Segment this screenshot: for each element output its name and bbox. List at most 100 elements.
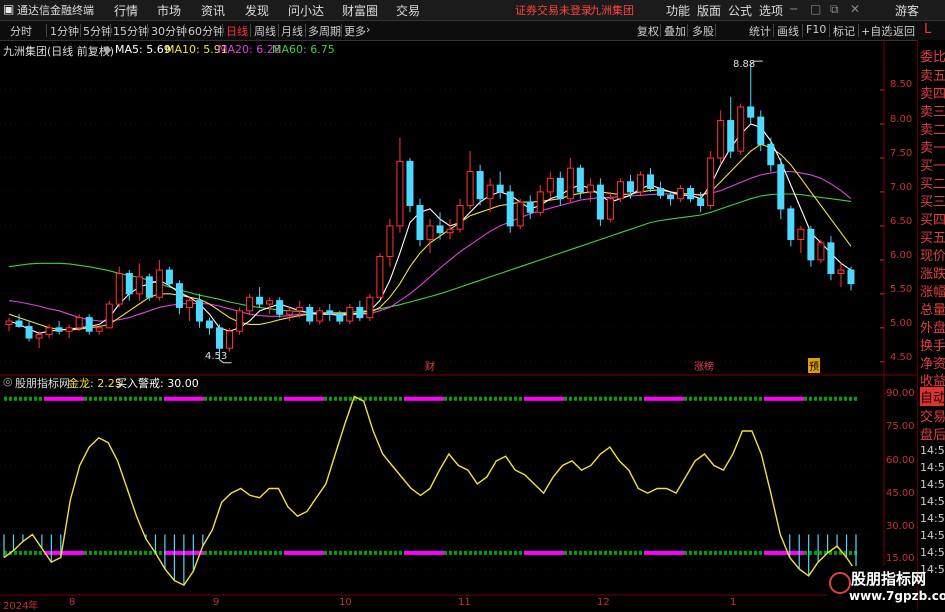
tab-daily[interactable]: 日线 xyxy=(226,23,248,39)
window-minimize-icon[interactable]: ─ xyxy=(790,2,797,16)
signal-band-segment xyxy=(759,550,762,555)
menu-ask-xiaoda[interactable]: 问小达 xyxy=(288,2,324,19)
tick-time: 14:56 xyxy=(920,512,945,525)
menu-news[interactable]: 资讯 xyxy=(201,2,225,19)
menu-discover[interactable]: 发现 xyxy=(245,2,269,19)
event-marker-finance[interactable]: 财 xyxy=(425,358,435,373)
header-stock-name: 九洲集团 xyxy=(590,4,634,17)
signal-band-segment xyxy=(299,550,304,555)
signal-band-segment xyxy=(99,396,102,401)
signal-band-segment xyxy=(539,396,544,401)
signal-band-segment xyxy=(369,396,372,401)
menu-market[interactable]: 市场 xyxy=(157,2,181,19)
signal-band-segment xyxy=(149,550,152,555)
kline-chart[interactable] xyxy=(0,40,917,609)
btn-multi-stock[interactable]: 多股 xyxy=(692,23,714,39)
quote-label: 买五 xyxy=(920,231,945,246)
btn-mark[interactable]: 标记 xyxy=(833,23,855,39)
watermark: 股朋指标网 www.7gpzb.com xyxy=(827,566,945,609)
signal-band-segment xyxy=(549,396,554,401)
tick-time: 14:56 xyxy=(920,478,945,491)
signal-band-segment xyxy=(364,396,367,401)
window-close-icon[interactable]: ✕ xyxy=(850,2,860,16)
signal-band-segment xyxy=(804,550,807,555)
tab-auto[interactable]: 自动 xyxy=(920,387,945,406)
menu-quotes[interactable]: 行情 xyxy=(114,2,138,19)
panel-toggle-l[interactable]: L xyxy=(924,22,931,37)
signal-band-segment xyxy=(669,550,674,555)
menu-function[interactable]: 功能 xyxy=(666,2,690,19)
event-marker-forecast[interactable]: 预 xyxy=(808,358,820,373)
signal-band-segment xyxy=(4,396,7,401)
ma60-line xyxy=(8,193,852,314)
tab-intraday[interactable]: 分时 xyxy=(10,23,32,39)
login-status[interactable]: 证券交易未登录 xyxy=(515,2,592,18)
btn-overlay[interactable]: 叠加 xyxy=(664,23,686,39)
signal-band-segment xyxy=(629,396,632,401)
signal-band-segment xyxy=(429,550,434,555)
signal-band-segment xyxy=(64,396,69,401)
signal-band-segment xyxy=(39,396,42,401)
tab-after-hours[interactable]: 盘后 xyxy=(920,424,945,443)
price-tick: 5.00 xyxy=(890,318,913,329)
menu-layout[interactable]: 版面 xyxy=(697,2,721,19)
signal-band-segment xyxy=(384,396,387,401)
menu-formula[interactable]: 公式 xyxy=(728,2,752,19)
window-maximize-icon[interactable]: □ xyxy=(810,2,821,16)
watermark-url: www.7gpzb.com xyxy=(849,589,945,603)
signal-band-segment xyxy=(559,550,564,555)
candle-body xyxy=(386,225,394,257)
window-restore-icon[interactable]: ⧉ xyxy=(830,2,839,17)
btn-f10[interactable]: F10 xyxy=(806,23,826,36)
app-title: 通达信金融终端 xyxy=(17,4,94,17)
menu-trade[interactable]: 交易 xyxy=(396,2,420,19)
candle-body xyxy=(556,177,564,200)
tab-more[interactable]: 更多 xyxy=(344,23,366,39)
menu-wealth-circle[interactable]: 财富圈 xyxy=(342,2,378,19)
signal-band-segment xyxy=(524,550,529,555)
btn-statistics[interactable]: 统计 xyxy=(749,23,771,39)
signal-band-segment xyxy=(409,550,414,555)
tab-5min[interactable]: 5分钟 xyxy=(83,23,112,39)
btn-adjust[interactable]: 复权 xyxy=(637,23,659,39)
tab-trade[interactable]: 交易 xyxy=(920,406,945,425)
guest-user[interactable]: 游客 xyxy=(895,2,919,19)
signal-band-segment xyxy=(699,396,702,401)
signal-band-segment xyxy=(819,396,822,401)
signal-band-segment xyxy=(159,550,162,555)
signal-band-segment xyxy=(714,550,717,555)
signal-band-segment xyxy=(319,396,324,401)
tab-1min[interactable]: 1分钟 xyxy=(50,23,79,39)
date-label: 12 xyxy=(597,597,610,608)
tab-weekly[interactable]: 周线 xyxy=(254,23,276,39)
signal-band-segment xyxy=(749,550,752,555)
signal-band-segment xyxy=(794,550,799,555)
signal-band-segment xyxy=(74,550,79,555)
candle-body xyxy=(586,184,594,193)
signal-band-segment xyxy=(649,396,654,401)
signal-band-segment xyxy=(129,396,132,401)
candle-body xyxy=(236,310,244,332)
menu-options[interactable]: 选项 xyxy=(759,2,783,19)
signal-band-segment xyxy=(504,396,507,401)
candle-body xyxy=(45,327,53,336)
btn-back[interactable]: 返回 xyxy=(893,23,915,39)
event-marker-gainers[interactable]: 涨榜 xyxy=(694,358,714,373)
tab-monthly[interactable]: 月线 xyxy=(281,23,303,39)
signal-band-segment xyxy=(614,396,617,401)
quote-label: 买一 xyxy=(920,159,945,174)
signal-band-segment xyxy=(219,396,222,401)
btn-add-favorite[interactable]: +自选 xyxy=(861,23,892,39)
chevron-right-icon[interactable]: › xyxy=(366,23,370,36)
signal-band-segment xyxy=(224,396,227,401)
tab-multi-period[interactable]: 多周期 xyxy=(308,23,341,39)
candle-body xyxy=(336,313,344,322)
signal-band-segment xyxy=(454,396,457,401)
signal-band-segment xyxy=(689,396,692,401)
tab-60min[interactable]: 60分钟 xyxy=(188,23,224,39)
tab-30min[interactable]: 30分钟 xyxy=(151,23,187,39)
tab-15min[interactable]: 15分钟 xyxy=(113,23,149,39)
signal-band-segment xyxy=(814,396,817,401)
btn-draw[interactable]: 画线 xyxy=(777,23,799,39)
signal-band-segment xyxy=(339,396,342,401)
